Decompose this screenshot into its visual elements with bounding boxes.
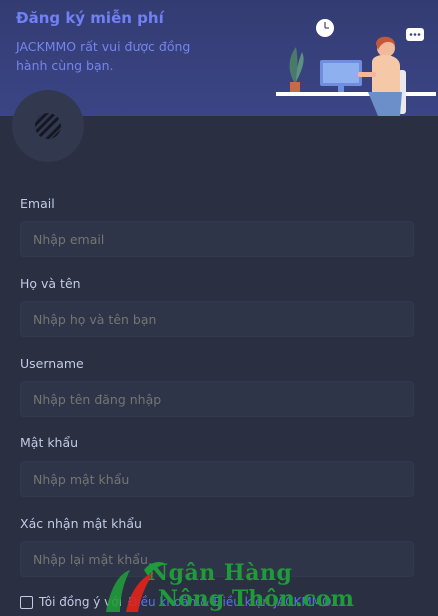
fullname-field[interactable]: [20, 301, 414, 337]
person-at-desk-illustration: [276, 19, 436, 116]
email-field[interactable]: [20, 221, 414, 257]
striped-logo-icon: [35, 113, 61, 139]
username-label: Username: [20, 356, 84, 371]
password-label: Mật khẩu: [20, 435, 79, 450]
terms-checkbox[interactable]: [20, 595, 33, 609]
email-label: Email: [20, 196, 55, 211]
confirm-password-label: Xác nhận mật khẩu: [20, 516, 142, 531]
terms-link[interactable]: Điều khoản & Điều kiện JACKMMO: [128, 595, 332, 609]
terms-prefix: Tôi đồng ý với: [39, 595, 122, 609]
logo-avatar: [12, 90, 84, 162]
terms-row: Tôi đồng ý với Điều khoản & Điều kiện JA…: [20, 595, 331, 609]
confirm-password-field[interactable]: [20, 541, 414, 577]
fullname-label: Họ và tên: [20, 276, 81, 291]
password-field[interactable]: [20, 461, 414, 497]
page-subtitle: JACKMMO rất vui được đồng hành cùng bạn.: [16, 39, 191, 73]
page-title: Đăng ký miễn phí: [16, 9, 164, 27]
username-field[interactable]: [20, 381, 414, 417]
